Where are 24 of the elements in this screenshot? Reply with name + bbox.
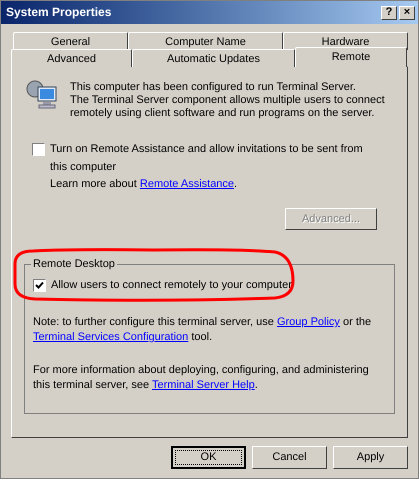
tab[interactable]: Advanced — [11, 49, 132, 67]
checkbox-label[interactable]: Allow users to connect remotely to your computer — [51, 279, 292, 292]
tab[interactable]: Remote — [295, 47, 407, 67]
note-text: Note: to further configure this terminal server, use Group Policy or the Terminal Services Configuration tool. — [33, 315, 372, 345]
checkbox-label[interactable]: Turn on Remote Assistance and allow invitations to be sent from this computer — [50, 140, 370, 176]
group-title: Remote Desktop — [31, 258, 117, 271]
tab[interactable]: Automatic Updates — [132, 49, 295, 67]
dialog-button[interactable]: OK — [171, 446, 246, 469]
help-link[interactable]: Remote Assistance — [140, 178, 234, 190]
help-button[interactable]: ? — [381, 6, 397, 20]
close-button[interactable]: × — [399, 6, 415, 20]
learn-more-text: Learn more about Remote Assistance. — [50, 178, 238, 191]
dialog-button[interactable]: Apply — [333, 446, 408, 469]
window-title: System Properties — [6, 6, 112, 19]
checkbox[interactable] — [32, 143, 45, 156]
help-link[interactable]: Group Policy — [276, 316, 340, 328]
help-link[interactable]: Terminal Services Configuration — [33, 331, 188, 343]
info-text: This computer has been configured to run Terminal Server. The Terminal Server component allows multiple users to connect remotely using client software and run programs on the server. — [70, 80, 386, 120]
checkbox[interactable] — [33, 279, 46, 292]
tab[interactable]: General — [13, 32, 128, 50]
note-text: For more information about deploying, configuring, and administering this terminal server, see Terminal Server Help. — [33, 363, 370, 393]
help-link[interactable]: Terminal Server Help — [152, 379, 255, 391]
tab[interactable]: Computer Name — [128, 32, 283, 50]
dialog-button[interactable]: Cancel — [252, 446, 327, 469]
